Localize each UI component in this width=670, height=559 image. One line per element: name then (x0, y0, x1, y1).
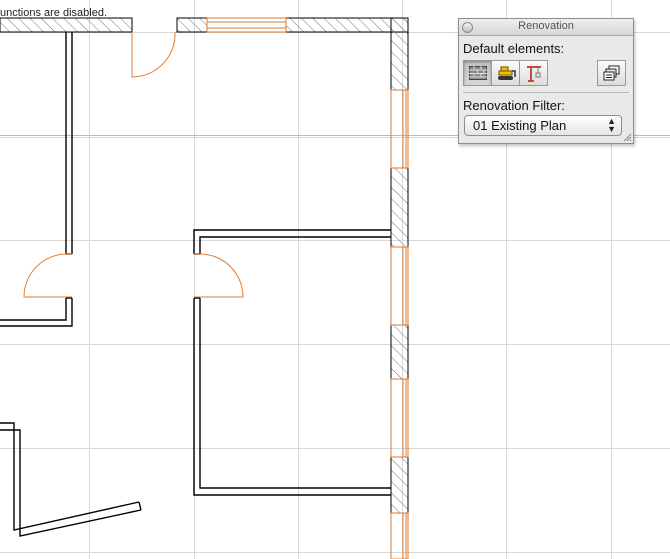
palette-titlebar[interactable]: Renovation (459, 19, 633, 36)
default-elements-label: Default elements: (463, 41, 565, 56)
top-wall[interactable] (0, 17, 409, 33)
bulldozer-icon (497, 66, 516, 80)
resize-grip-icon[interactable] (623, 133, 632, 142)
renovation-filter-value: 01 Existing Plan (473, 118, 567, 133)
interior-walls[interactable] (0, 32, 391, 537)
default-elements-buttons (463, 60, 548, 86)
layers-settings-icon (603, 65, 619, 81)
right-wall[interactable] (390, 17, 409, 514)
new-element-button[interactable] (519, 60, 548, 86)
brick-wall-icon (468, 66, 487, 80)
crane-icon (526, 66, 541, 82)
doors[interactable] (23, 31, 244, 298)
renovation-filter-label: Renovation Filter: (463, 98, 565, 113)
renovation-palette[interactable]: Renovation Default elements: Renovation … (458, 18, 634, 144)
renovation-settings-button[interactable] (597, 60, 626, 86)
palette-title: Renovation (518, 20, 574, 32)
status-message: unctions are disabled. (0, 7, 108, 19)
palette-divider (463, 92, 629, 93)
existing-element-button[interactable] (463, 60, 492, 86)
updown-arrows-icon: ▲ ▼ (607, 116, 616, 134)
renovation-filter-select[interactable]: 01 Existing Plan ▲ ▼ (464, 115, 622, 136)
demolish-element-button[interactable] (491, 60, 520, 86)
window-openings[interactable] (206, 17, 409, 559)
